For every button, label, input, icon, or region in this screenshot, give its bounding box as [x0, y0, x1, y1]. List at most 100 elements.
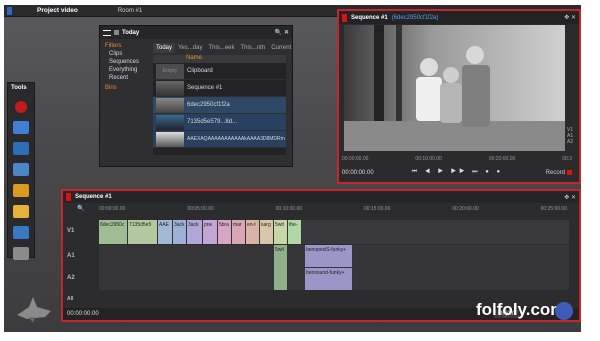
record-tool-icon[interactable]	[15, 101, 27, 113]
items-list: Name Empty Clipboard Sequence #1 6dec295…	[153, 55, 286, 155]
timeline-clip[interactable]: 3ack	[187, 220, 203, 244]
ruler-tick: 00:05:00.00	[187, 206, 214, 212]
item-label: Sequence #1	[187, 85, 223, 91]
viewer-panel: Sequence #1 (6dec2950cf1f2a) ✥ ✕ V1 A1 A…	[337, 9, 581, 184]
item-label: Clipboard	[187, 68, 213, 74]
timeline-clip[interactable]: 5wit	[274, 220, 288, 244]
timeline-red-icon	[66, 193, 71, 201]
ruler-tick: 00:25:00.00	[540, 206, 567, 212]
track-label-a2[interactable]: A2	[67, 275, 95, 281]
track-label-a1[interactable]: A1	[67, 253, 95, 259]
video-photo	[344, 25, 565, 151]
list-item[interactable]: 6dec2950cf1f2a	[153, 97, 286, 114]
timeline-window-controls-icon[interactable]: ✥ ✕	[564, 194, 576, 201]
timeline-clip[interactable]: pne	[203, 220, 218, 244]
timeline-current-time: 00:00:00.00	[67, 311, 99, 317]
project-title: Today	[122, 29, 140, 36]
bins-label: Bins	[105, 85, 117, 91]
timeline-clip[interactable]: mar	[232, 220, 246, 244]
filters-list: Filters Clips Sequences Everything Recen…	[103, 42, 151, 92]
viewer-ruler: 00:00:00.00 00:10:00.00 00:20:00.00 00:3	[342, 156, 572, 162]
users-tool-icon[interactable]	[13, 247, 29, 260]
effects-tool-icon[interactable]	[13, 205, 29, 218]
timeline-clip[interactable]: sarg	[260, 220, 274, 244]
list-item[interactable]: AAEXAQAAAAAAAAAAAkAAAA3D8MDRm	[153, 131, 286, 148]
track-label-all[interactable]: All	[67, 296, 95, 302]
track-label-v1[interactable]: V1	[67, 228, 95, 234]
filters-label: Filters	[105, 43, 122, 49]
timeline-clip[interactable]: 5bra	[218, 220, 232, 244]
list-item[interactable]: Sequence #1	[153, 80, 286, 97]
folder-tool-icon[interactable]	[13, 184, 29, 197]
video-frame	[344, 25, 565, 151]
filter-recent[interactable]: Recent	[103, 74, 151, 82]
item-thumbnail	[156, 131, 184, 147]
ruler-tick: 00:00:00.00	[99, 206, 126, 212]
project-window-controls-icon[interactable]: 🔍 ✕	[275, 29, 289, 36]
grid-tool-icon[interactable]	[13, 142, 29, 155]
app-icon	[7, 6, 12, 15]
item-label: 7135d5e579...8d...	[187, 119, 238, 125]
timeline-title: Sequence #1	[75, 194, 112, 200]
timeline-clip[interactable]: the-	[288, 220, 302, 244]
timeline-ruler: 00:00:00.00 00:05:00.00 00:10:00.00 00:1…	[99, 206, 567, 215]
timeline-clip[interactable]: 6dec2950c	[99, 220, 128, 244]
tab-current[interactable]: Current	[268, 43, 294, 53]
tab-this-month[interactable]: This...nth	[238, 43, 269, 53]
audio-clip[interactable]: benopesiS-funky+	[305, 245, 353, 267]
audio-clip[interactable]: benosund-funky+	[305, 268, 353, 290]
timeline-zoom-icon[interactable]: 🔍	[77, 205, 84, 212]
project-panel: Today 🔍 ✕ Filters Clips Sequences Everyt…	[99, 25, 293, 167]
item-label: AAEXAQAAAAAAAAAAAkAAAA3D8MDRm	[187, 136, 285, 142]
room-label[interactable]: Room #1	[118, 8, 142, 14]
ruler-tick: 00:10:00.00	[275, 206, 303, 212]
transport-icons[interactable]: ⏮ ◀ ▶ ▶▶ ⏭ ● ●	[412, 169, 503, 176]
export-tool-icon[interactable]	[13, 226, 29, 239]
timeline-clip[interactable]: 3ack	[173, 220, 187, 244]
audio-lanes: 5wit benopesiS-funky+ benosund-funky+	[99, 245, 569, 290]
item-label: 6dec2950cf1f2a	[187, 102, 230, 108]
project-header: Today 🔍 ✕	[100, 26, 292, 39]
viewer-header: Sequence #1 (6dec2950cf1f2a) ✥ ✕	[339, 11, 579, 24]
view-icon[interactable]	[114, 30, 119, 35]
timeline-clip[interactable]: en-t	[246, 220, 260, 244]
record-icon[interactable]	[567, 170, 572, 175]
viewer-tc: 00:00:00.00	[342, 156, 369, 162]
record-label[interactable]: Record	[546, 170, 565, 176]
column-name[interactable]: Name	[153, 55, 286, 63]
tab-today[interactable]: Today	[153, 43, 176, 53]
viewer-timebar: 00:00:00.00 00:10:00.00 00:20:00.00 00:3…	[342, 156, 572, 176]
viewer-tc: 00:20:00.00	[488, 156, 516, 162]
viewer-transport: 00:00:00.00 ⏮ ◀ ▶ ▶▶ ⏭ ● ● Record	[342, 169, 572, 176]
list-item[interactable]: Empty Clipboard	[153, 63, 286, 80]
filter-everything[interactable]: Everything	[103, 66, 151, 74]
menu-icon[interactable]	[103, 29, 111, 36]
table-tool-icon[interactable]	[13, 163, 29, 176]
timeline-clip[interactable]: AAE	[158, 220, 173, 244]
track-a2[interactable]: A2	[567, 139, 575, 145]
viewer-side-tools: V1 A1 A2	[567, 27, 575, 147]
viewer-sequence-id: (6dec2950cf1f2a)	[391, 14, 439, 21]
watermark: folfoly.com	[476, 300, 566, 319]
viewer-tc: 00:3	[562, 156, 572, 162]
app-window: Project video Room #1 Tools Today 🔍 ✕ Fi…	[4, 5, 581, 332]
project-title: Project video	[37, 7, 78, 14]
filter-clips[interactable]: Clips	[103, 50, 151, 58]
viewer-red-icon	[342, 13, 347, 22]
shark-logo	[17, 297, 51, 323]
tools-title: Tools	[11, 85, 27, 91]
list-item[interactable]: 7135d5e579...8d...	[153, 114, 286, 131]
tab-this-week[interactable]: This...eek	[205, 43, 237, 53]
timeline-header: Sequence #1 ✥ ✕	[63, 191, 579, 203]
ruler-tick: 00:20:00.00	[452, 206, 479, 212]
timeline-clip[interactable]: 7135d5e5	[128, 220, 158, 244]
viewer-tc: 00:10:00.00	[415, 156, 442, 162]
filter-sequences[interactable]: Sequences	[103, 58, 151, 66]
import-tool-icon[interactable]	[13, 121, 29, 134]
audio-clip[interactable]: 5wit	[274, 245, 288, 290]
tab-yesterday[interactable]: Yes...day	[175, 43, 205, 53]
tools-panel: Tools	[7, 82, 35, 260]
viewer-window-controls-icon[interactable]: ✥ ✕	[564, 14, 576, 21]
v1-lane: 6dec2950c 7135d5e5 AAE 3ack 3ack pne 5br…	[99, 220, 569, 244]
ruler-tick: 00:15:00.00	[363, 206, 391, 212]
